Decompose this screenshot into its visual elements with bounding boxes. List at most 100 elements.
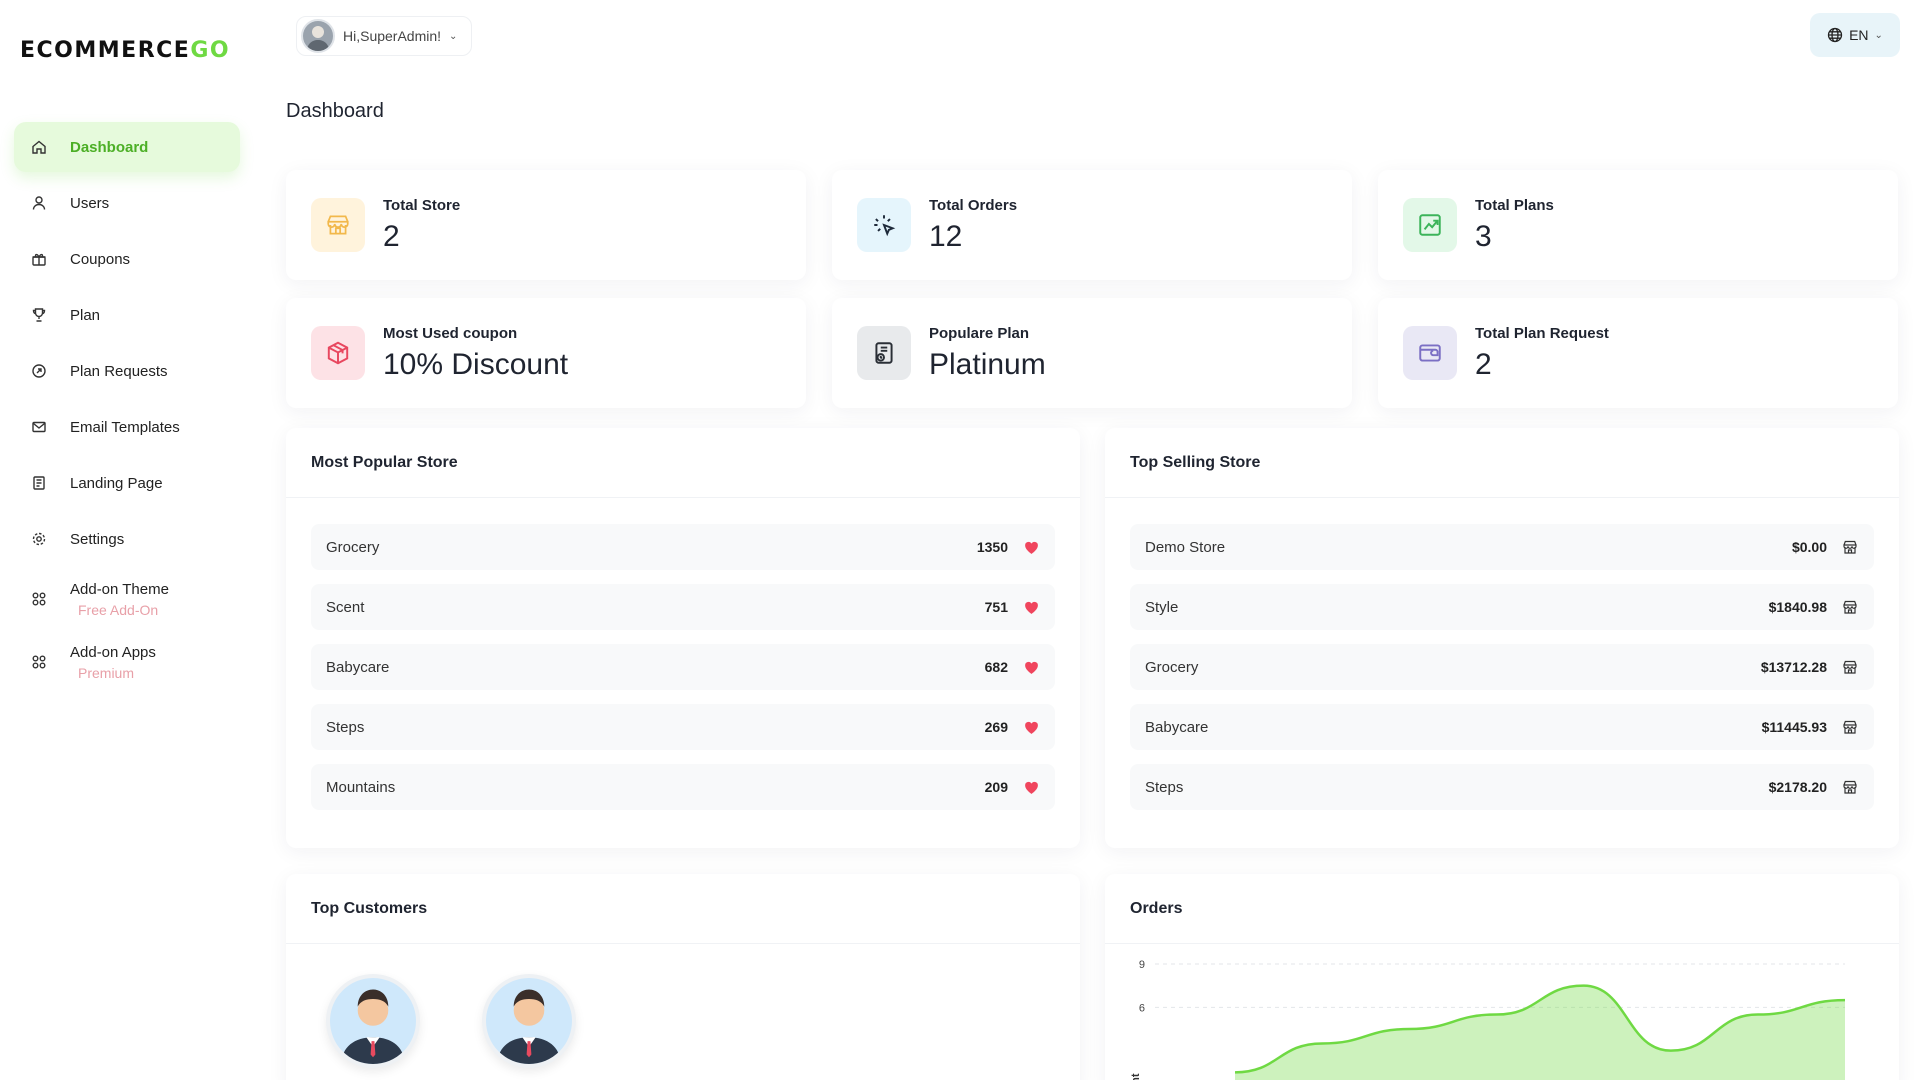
orders-panel: Orders 9 6 nount bbox=[1105, 874, 1899, 1080]
top-selling-store-panel: Top Selling Store Demo Store $0.00 Style $1… bbox=[1105, 428, 1899, 848]
store-icon bbox=[1841, 598, 1859, 616]
top-selling-store-list: Demo Store $0.00 Style $1840.98 Grocery $1371… bbox=[1105, 498, 1899, 810]
sidebar-item-users[interactable]: Users bbox=[14, 178, 240, 228]
page-title: Dashboard bbox=[286, 100, 384, 122]
panel-title: Orders bbox=[1105, 874, 1899, 944]
store-value: 269 bbox=[984, 719, 1008, 735]
stat-value: Platinum bbox=[929, 347, 1046, 381]
sidebar-item-label: Coupons bbox=[70, 250, 131, 268]
panel-title: Most Popular Store bbox=[286, 428, 1080, 498]
stat-card-total-plan-request: Total Plan Request 2 bbox=[1378, 298, 1898, 408]
sidebar-item-sublabel: Premium bbox=[78, 664, 135, 681]
chevron-down-icon: ⌄ bbox=[449, 30, 458, 42]
store-icon bbox=[311, 198, 365, 252]
store-name: Style bbox=[1145, 598, 1179, 616]
list-item[interactable]: Demo Store $0.00 bbox=[1130, 524, 1874, 570]
sidebar-item-label: Settings bbox=[70, 530, 125, 548]
grid-icon bbox=[28, 588, 50, 610]
stat-value: 2 bbox=[383, 219, 400, 253]
sidebar-item-plan-requests[interactable]: Plan Requests bbox=[14, 346, 240, 396]
store-value: $0.00 bbox=[1791, 539, 1827, 555]
logo[interactable]: ECOMMERCEGO bbox=[20, 38, 230, 63]
user-icon bbox=[28, 192, 50, 214]
store-icon bbox=[1841, 778, 1859, 796]
list-item[interactable]: Grocery 1350 bbox=[311, 524, 1055, 570]
top-customers-panel: Top Customers bbox=[286, 874, 1080, 1080]
y-axis-label: nount bbox=[1130, 1073, 1142, 1080]
popular-store-list: Grocery 1350 Scent 751 Babycare 682 Steps 269 Mo… bbox=[286, 498, 1080, 810]
list-item[interactable]: Babycare 682 bbox=[311, 644, 1055, 690]
wallet-icon bbox=[1403, 326, 1457, 380]
language-code: EN bbox=[1849, 27, 1869, 43]
store-name: Babycare bbox=[1145, 718, 1209, 736]
customer-list bbox=[286, 944, 1080, 1068]
sidebar-item-label: Add-on Theme bbox=[70, 580, 169, 598]
store-value: 751 bbox=[984, 599, 1008, 615]
list-item[interactable]: Steps 269 bbox=[311, 704, 1055, 750]
stat-card-popular-plan: Populare Plan Platinum bbox=[832, 298, 1352, 408]
sidebar-nav: Dashboard Users Coupons Plan Plan Reques… bbox=[14, 122, 240, 696]
chevron-down-icon: ⌄ bbox=[1874, 29, 1883, 41]
orders-chart: 9 6 nount bbox=[1105, 944, 1899, 1080]
stat-card-total-plans: Total Plans 3 bbox=[1378, 170, 1898, 280]
sidebar-item-addon-apps[interactable]: Add-on Apps Premium bbox=[14, 633, 240, 691]
sidebar-item-label: Landing Page bbox=[70, 474, 163, 492]
store-name: Demo Store bbox=[1145, 538, 1226, 556]
gear-icon bbox=[28, 528, 50, 550]
language-selector[interactable]: EN ⌄ bbox=[1810, 13, 1900, 57]
list-item[interactable]: Mountains 209 bbox=[311, 764, 1055, 810]
most-popular-store-panel: Most Popular Store Grocery 1350 Scent 751 Ba… bbox=[286, 428, 1080, 848]
stat-label: Total Plans bbox=[1475, 196, 1554, 214]
heart-icon bbox=[1022, 598, 1040, 616]
request-icon bbox=[28, 360, 50, 382]
list-item[interactable]: Babycare $11445.93 bbox=[1130, 704, 1874, 750]
user-menu-button[interactable]: Hi,SuperAdmin! ⌄ bbox=[296, 16, 473, 56]
store-value: 1350 bbox=[976, 539, 1008, 555]
list-item[interactable]: Grocery $13712.28 bbox=[1130, 644, 1874, 690]
sidebar-item-sublabel: Free Add-On bbox=[78, 601, 159, 618]
sidebar-item-label: Dashboard bbox=[70, 138, 149, 156]
stat-card-total-orders: Total Orders 12 bbox=[832, 170, 1352, 280]
sidebar-item-dashboard[interactable]: Dashboard bbox=[14, 122, 240, 172]
y-tick-label: 9 bbox=[1139, 959, 1145, 971]
list-item[interactable]: Style $1840.98 bbox=[1130, 584, 1874, 630]
store-icon bbox=[1841, 658, 1859, 676]
sidebar-item-settings[interactable]: Settings bbox=[14, 514, 240, 564]
home-icon bbox=[28, 136, 50, 158]
heart-icon bbox=[1022, 658, 1040, 676]
gift-icon bbox=[28, 248, 50, 270]
store-name: Babycare bbox=[326, 658, 390, 676]
stat-card-total-store: Total Store 2 bbox=[286, 170, 806, 280]
sidebar-item-email-templates[interactable]: Email Templates bbox=[14, 402, 240, 452]
list-item[interactable]: Steps $2178.20 bbox=[1130, 764, 1874, 810]
customer-avatar[interactable] bbox=[326, 974, 420, 1068]
click-icon bbox=[857, 198, 911, 252]
panel-title: Top Customers bbox=[286, 874, 1080, 944]
sidebar-item-label: Users bbox=[70, 194, 110, 212]
sidebar-item-addon-theme[interactable]: Add-on Theme Free Add-On bbox=[14, 570, 240, 628]
logo-accent: GO bbox=[190, 38, 231, 63]
store-value: $1840.98 bbox=[1768, 599, 1827, 615]
store-icon bbox=[1841, 538, 1859, 556]
sidebar-item-label: Add-on Apps bbox=[70, 643, 156, 661]
store-value: 682 bbox=[984, 659, 1008, 675]
list-item[interactable]: Scent 751 bbox=[311, 584, 1055, 630]
sidebar-item-landing-page[interactable]: Landing Page bbox=[14, 458, 240, 508]
sidebar-item-coupons[interactable]: Coupons bbox=[14, 234, 240, 284]
store-value: $11445.93 bbox=[1761, 719, 1827, 735]
stat-label: Most Used coupon bbox=[383, 324, 518, 342]
avatar bbox=[301, 19, 335, 53]
customer-avatar[interactable] bbox=[482, 974, 576, 1068]
sidebar-item-label: Plan bbox=[70, 306, 101, 324]
heart-icon bbox=[1022, 718, 1040, 736]
stat-label: Total Plan Request bbox=[1475, 324, 1609, 342]
store-icon bbox=[1841, 718, 1859, 736]
box-icon bbox=[311, 326, 365, 380]
sidebar-item-plan[interactable]: Plan bbox=[14, 290, 240, 340]
store-name: Grocery bbox=[1145, 658, 1199, 676]
stat-value: 12 bbox=[929, 219, 963, 253]
logo-text: ECOMMERCE bbox=[20, 38, 191, 63]
store-name: Grocery bbox=[326, 538, 380, 556]
heart-icon bbox=[1022, 778, 1040, 796]
store-value: $13712.28 bbox=[1760, 659, 1827, 675]
